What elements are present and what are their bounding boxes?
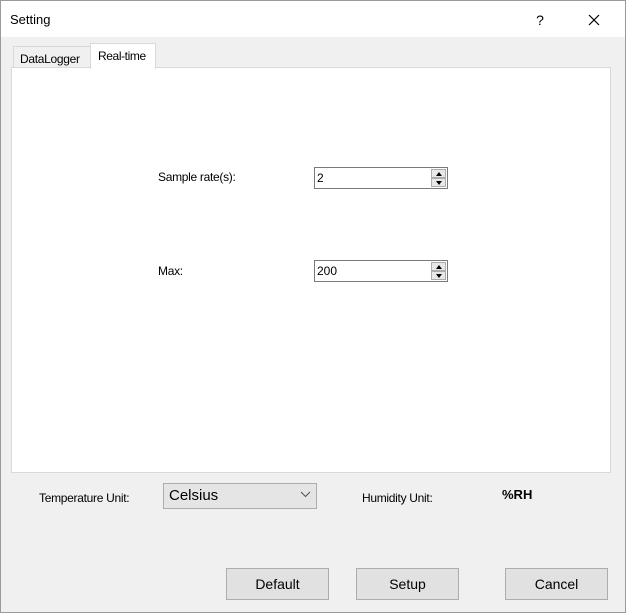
sample-rate-value: 2	[317, 171, 324, 185]
realtime-panel: Sample rate(s): 2 Max: 200	[11, 67, 611, 473]
title-bar: Setting ?	[1, 1, 625, 37]
humidity-unit-label: Humidity Unit:	[362, 491, 433, 505]
sample-rate-up-button[interactable]	[431, 169, 446, 178]
close-button[interactable]	[579, 7, 609, 33]
tab-datalogger[interactable]: DataLogger	[13, 46, 91, 68]
max-value: 200	[317, 264, 338, 278]
chevron-down-icon	[300, 491, 311, 498]
sample-rate-label: Sample rate(s):	[158, 170, 236, 184]
spin-down-icon	[436, 274, 442, 278]
max-down-button[interactable]	[431, 271, 446, 280]
window-title: Setting	[10, 12, 51, 27]
default-button[interactable]: Default	[226, 568, 329, 600]
setting-dialog: Setting ? DataLogger Real-time Sample ra…	[0, 0, 626, 613]
cancel-button[interactable]: Cancel	[505, 568, 608, 600]
close-icon	[588, 14, 600, 26]
spin-up-icon	[436, 172, 442, 176]
humidity-unit-value: %RH	[502, 487, 533, 502]
max-up-button[interactable]	[431, 262, 446, 271]
setup-button[interactable]: Setup	[356, 568, 459, 600]
temperature-unit-select[interactable]: Celsius	[163, 483, 317, 509]
spin-down-icon	[436, 181, 442, 185]
max-label: Max:	[158, 264, 183, 278]
help-button[interactable]: ?	[525, 7, 555, 33]
spin-up-icon	[436, 265, 442, 269]
temperature-unit-value: Celsius	[169, 487, 219, 504]
tab-realtime[interactable]: Real-time	[90, 43, 156, 69]
sample-rate-spinner[interactable]: 2	[314, 167, 448, 189]
temperature-unit-label: Temperature Unit:	[39, 491, 130, 505]
max-spinner[interactable]: 200	[314, 260, 448, 282]
sample-rate-down-button[interactable]	[431, 178, 446, 187]
